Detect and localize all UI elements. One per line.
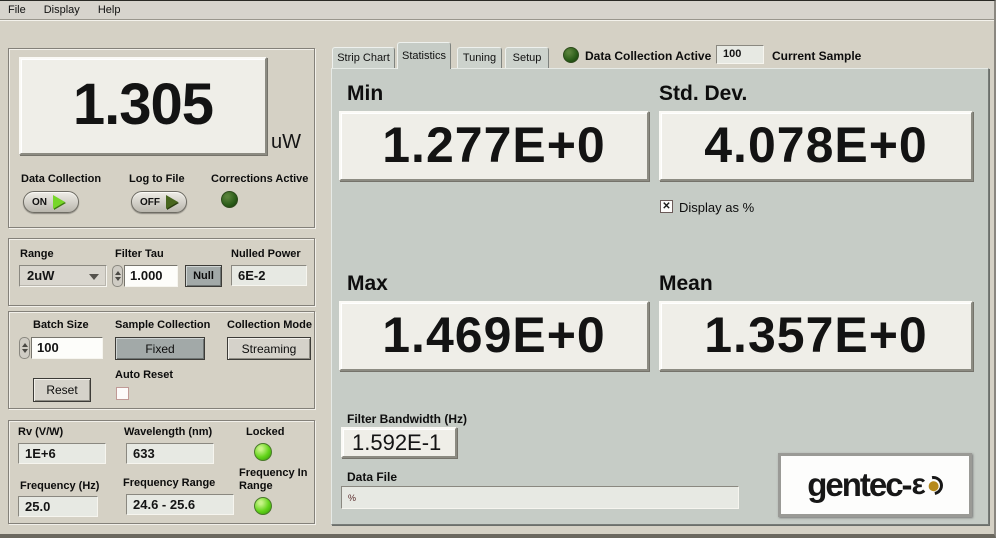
auto-reset-checkbox[interactable] <box>116 387 129 400</box>
current-sample-value: 100 <box>716 45 764 64</box>
gentec-logo: gentec- ε <box>778 453 972 517</box>
menu-help[interactable]: Help <box>98 2 130 18</box>
nulled-power-value: 6E-2 <box>231 265 307 286</box>
gentec-logo-text: gentec- <box>807 466 910 504</box>
frequency-value: 25.0 <box>18 496 98 517</box>
display-as-percent-checkbox[interactable]: ✕ <box>660 200 673 213</box>
batch-size-spinner[interactable] <box>19 337 30 359</box>
batch-size-input[interactable]: 100 <box>31 337 103 359</box>
mean-header: Mean <box>659 272 713 296</box>
data-file-label: Data File <box>347 470 397 484</box>
corrections-active-label: Corrections Active <box>211 173 308 185</box>
display-as-percent-label: Display as % <box>679 200 754 215</box>
null-button[interactable]: Null <box>185 265 222 287</box>
range-label: Range <box>20 248 54 260</box>
meter-panel: 1.305 uW Data Collection Log to File Cor… <box>8 48 315 228</box>
log-to-file-label: Log to File <box>129 173 185 185</box>
frequency-in-range-led <box>254 497 272 515</box>
range-panel: Range Filter Tau Nulled Power 2uW 1.000 … <box>8 238 315 306</box>
menu-bar: File Display Help <box>0 1 996 20</box>
sample-collection-label: Sample Collection <box>115 319 210 331</box>
frequency-in-range-label: Frequency In Range <box>239 467 309 493</box>
power-reading-display: 1.305 <box>19 57 267 155</box>
frequency-range-value: 24.6 - 25.6 <box>126 494 234 515</box>
sample-collection-button[interactable]: Fixed <box>115 337 205 360</box>
data-collection-label: Data Collection <box>21 173 101 185</box>
min-header: Min <box>347 82 383 106</box>
std-dev-header: Std. Dev. <box>659 82 747 106</box>
power-unit-label: uW <box>271 131 301 154</box>
menu-display[interactable]: Display <box>44 2 89 18</box>
wavelength-label: Wavelength (nm) <box>124 426 212 438</box>
batch-panel: Batch Size Sample Collection Collection … <box>8 311 315 409</box>
rv-label: Rv (V/W) <box>18 426 63 438</box>
empty-path-icon: % <box>348 493 356 503</box>
nulled-power-label: Nulled Power <box>231 248 301 260</box>
spinner-down-icon <box>115 277 121 284</box>
frequency-label: Frequency (Hz) <box>20 480 99 492</box>
locked-label: Locked <box>246 426 285 438</box>
range-dropdown[interactable]: 2uW <box>19 265 107 287</box>
data-file-path-field[interactable]: % <box>341 486 739 509</box>
corrections-active-led <box>221 191 238 208</box>
data-collection-toggle-state: ON <box>32 197 47 208</box>
tab-tuning[interactable]: Tuning <box>457 47 502 68</box>
data-collection-active-led <box>563 47 579 63</box>
rv-value: 1E+6 <box>18 443 106 464</box>
filter-tau-input[interactable]: 1.000 <box>124 265 178 287</box>
filter-tau-spinner[interactable] <box>112 265 123 287</box>
spinner-up-icon <box>115 268 121 275</box>
mean-value-display: 1.357E+0 <box>659 301 973 371</box>
log-to-file-toggle-state: OFF <box>140 197 160 208</box>
wavelength-value: 633 <box>126 443 214 464</box>
tab-statistics[interactable]: Statistics <box>397 42 451 69</box>
filter-bandwidth-label: Filter Bandwidth (Hz) <box>347 412 467 426</box>
range-dropdown-value: 2uW <box>27 268 54 283</box>
toggle-on-arrow-icon <box>53 195 65 209</box>
collection-mode-button[interactable]: Streaming <box>227 337 311 360</box>
spinner-down-icon <box>22 349 28 356</box>
filter-bandwidth-value: 1.592E-1 <box>341 427 457 458</box>
collection-mode-label: Collection Mode <box>227 319 312 331</box>
log-to-file-toggle[interactable]: OFF <box>131 191 187 213</box>
min-value-display: 1.277E+0 <box>339 111 649 181</box>
data-collection-toggle[interactable]: ON <box>23 191 79 213</box>
statistics-tab-panel: Min Std. Dev. 1.277E+0 4.078E+0 ✕ Displa… <box>331 68 989 525</box>
dropdown-arrow-icon <box>89 274 99 285</box>
toggle-off-arrow-icon <box>166 195 178 209</box>
max-value-display: 1.469E+0 <box>339 301 649 371</box>
std-dev-value-display: 4.078E+0 <box>659 111 973 181</box>
app-window: File Display Help 1.305 uW Data Collecti… <box>0 0 996 538</box>
tab-setup[interactable]: Setup <box>505 47 549 68</box>
gentec-logo-gold-dot-icon <box>926 478 940 492</box>
tab-strip-chart[interactable]: Strip Chart <box>332 47 395 68</box>
frequency-range-label: Frequency Range <box>123 477 215 489</box>
reset-button[interactable]: Reset <box>33 378 91 402</box>
data-collection-active-label: Data Collection Active <box>585 49 711 63</box>
batch-size-label: Batch Size <box>33 319 89 331</box>
filter-tau-label: Filter Tau <box>115 248 164 260</box>
locked-led <box>254 443 272 461</box>
current-sample-label: Current Sample <box>772 49 861 63</box>
parameters-panel: Rv (V/W) Wavelength (nm) Locked 1E+6 633… <box>8 420 315 524</box>
auto-reset-label: Auto Reset <box>115 369 173 381</box>
max-header: Max <box>347 272 388 296</box>
menu-file[interactable]: File <box>8 2 35 18</box>
spinner-up-icon <box>22 340 28 347</box>
